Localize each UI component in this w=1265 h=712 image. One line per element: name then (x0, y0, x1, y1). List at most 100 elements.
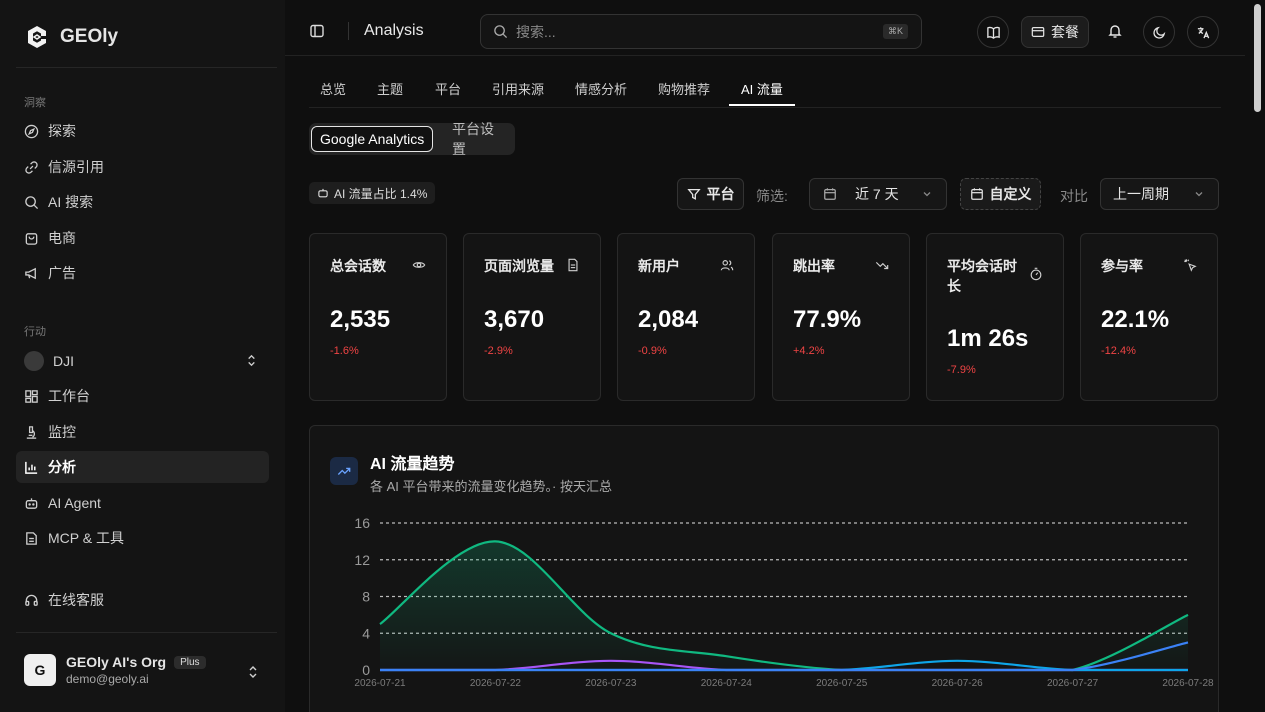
ai-traffic-line-chart: 0 4 8 12 16 2026-07-21 2026-07-22 2026-07-23 202… (354, 515, 1214, 689)
sidebar-item-analysis[interactable]: 分析 (16, 451, 269, 483)
calendar-icon (824, 188, 836, 200)
sidebar-item-label: 广告 (48, 265, 76, 281)
sidebar-item-label: 信源引用 (48, 159, 104, 175)
sidebar: GEOly 洞察 探索 信源引用 AI 搜索 电商 广告 行动 DJI 工作台 … (0, 0, 285, 712)
x-tick-label: 2026-07-27 (1047, 678, 1099, 689)
metric-card-avg-session-duration: 平均会话时长 1m 26s -7.9% (926, 233, 1064, 401)
eye-icon (412, 262, 426, 268)
sidebar-item-citations[interactable]: 信源引用 (16, 151, 269, 183)
plan-button[interactable]: 套餐 (1021, 16, 1089, 48)
chevron-up-down-icon[interactable] (246, 664, 260, 680)
sidebar-item-monitor[interactable]: 监控 (16, 416, 269, 448)
segment-platform-settings[interactable]: 平台设置 (444, 121, 515, 157)
timer-icon (1030, 267, 1042, 281)
file-icon (568, 258, 578, 272)
tab-shopping[interactable]: 购物推荐 (658, 79, 710, 98)
document-icon (26, 531, 37, 545)
metric-value: 22.1% (1101, 306, 1170, 333)
section-label-insights: 洞察 (24, 97, 46, 109)
sidebar-toggle-icon[interactable] (309, 23, 325, 39)
tab-platforms[interactable]: 平台 (435, 79, 461, 98)
metric-delta: -12.4% (1101, 345, 1136, 357)
date-range-select[interactable]: 近 7 天 (809, 178, 947, 210)
sidebar-item-ads[interactable]: 广告 (16, 257, 269, 289)
language-button[interactable] (1187, 16, 1219, 48)
sidebar-item-ai-search[interactable]: AI 搜索 (16, 186, 269, 218)
bell-icon[interactable] (1107, 23, 1123, 39)
chevron-up-down-icon (248, 354, 255, 367)
x-tick-label: 2026-07-21 (354, 678, 406, 689)
search-box[interactable]: ⌘K (480, 14, 922, 49)
tab-topics[interactable]: 主题 (377, 79, 403, 98)
card-icon (1031, 27, 1045, 37)
compass-icon (24, 124, 39, 138)
tab-sentiment[interactable]: 情感分析 (575, 79, 627, 98)
page-title: Analysis (364, 22, 424, 39)
metric-delta: +4.2% (793, 345, 825, 357)
metric-title: 参与率 (1101, 258, 1143, 274)
metric-delta: -7.9% (947, 364, 976, 376)
brand-selector[interactable]: DJI (16, 345, 269, 377)
segment-google-analytics[interactable]: Google Analytics (311, 126, 434, 152)
series-area (380, 541, 1188, 670)
dashboard-icon (25, 389, 38, 403)
bot-icon (25, 497, 38, 509)
dji-avatar (24, 351, 44, 371)
org-switcher[interactable]: G GEOly AI's Org Plus demo@geoly.ai (24, 654, 206, 686)
ai-traffic-trend-card: AI 流量趋势 各 AI 平台带来的流量变化趋势。· 按天汇总 0 4 8 12 16 2… (309, 425, 1219, 712)
date-range-value: 近 7 天 (855, 186, 899, 202)
trend-down-icon (875, 261, 889, 270)
y-tick-label: 16 (354, 515, 370, 531)
chevron-down-icon (923, 192, 931, 197)
y-tick-label: 12 (354, 552, 370, 568)
metric-card-sessions: 总会话数 2,535 -1.6% (309, 233, 447, 401)
metric-delta: -0.9% (638, 345, 667, 357)
brand-selector-label: DJI (53, 353, 74, 369)
search-input[interactable] (516, 23, 856, 40)
analysis-tabs: 总览 主题 平台 引用来源 情感分析 购物推荐 AI 流量 (309, 56, 1221, 108)
sidebar-item-support[interactable]: 在线客服 (16, 584, 269, 616)
metric-value: 2,535 (330, 306, 391, 333)
plan-badge: Plus (174, 655, 206, 669)
x-tick-label: 2026-07-24 (701, 678, 753, 689)
app-root: GEOly 洞察 探索 信源引用 AI 搜索 电商 广告 行动 DJI 工作台 … (0, 0, 1265, 712)
docs-button[interactable] (977, 16, 1009, 48)
tab-overview[interactable]: 总览 (320, 79, 346, 98)
compare-period-select[interactable]: 上一周期 (1100, 178, 1219, 210)
sidebar-item-workspace[interactable]: 工作台 (16, 380, 269, 412)
plan-label: 套餐 (1051, 24, 1079, 40)
section-label-actions: 行动 (24, 326, 46, 338)
sidebar-item-mcp-tools[interactable]: MCP & 工具 (16, 522, 269, 554)
sidebar-item-label: AI Agent (48, 495, 101, 511)
users-icon (720, 260, 734, 271)
sidebar-item-ai-agent[interactable]: AI Agent (16, 487, 269, 519)
metric-title: 总会话数 (330, 258, 386, 274)
metric-title: 跳出率 (793, 258, 835, 274)
chevron-down-icon (1195, 192, 1203, 197)
platform-filter-button[interactable]: 平台 (677, 178, 744, 210)
link-icon (25, 160, 38, 174)
main-content: Analysis ⌘K 套餐 总览 主题 平 (285, 0, 1245, 712)
tab-citation-sources[interactable]: 引用来源 (492, 79, 544, 98)
sidebar-item-ecommerce[interactable]: 电商 (16, 222, 269, 254)
metric-title: 平均会话时长 (947, 258, 1017, 294)
search-icon (494, 25, 508, 39)
metric-delta: -2.9% (484, 345, 513, 357)
metric-card-new-users: 新用户 2,084 -0.9% (617, 233, 755, 401)
sidebar-item-explore[interactable]: 探索 (16, 115, 269, 147)
metric-value: 3,670 (484, 306, 545, 333)
x-tick-label: 2026-07-22 (470, 678, 522, 689)
ai-share-badge: AI 流量占比 1.4% (309, 182, 436, 204)
org-email: demo@geoly.ai (66, 672, 149, 686)
x-tick-label: 2026-07-26 (932, 678, 984, 689)
scrollbar-thumb[interactable] (1254, 4, 1261, 112)
custom-range-button[interactable]: 自定义 (960, 178, 1041, 210)
tab-ai-traffic[interactable]: AI 流量 (741, 79, 783, 98)
topbar: Analysis ⌘K 套餐 (285, 0, 1245, 56)
bot-icon (318, 188, 328, 198)
brand-logo[interactable]: GEOly (24, 24, 118, 50)
sidebar-item-label: 探索 (48, 123, 76, 139)
sidebar-item-label: 监控 (48, 424, 76, 440)
theme-toggle-button[interactable] (1143, 16, 1175, 48)
shortcut-hint: ⌘K (882, 24, 908, 39)
